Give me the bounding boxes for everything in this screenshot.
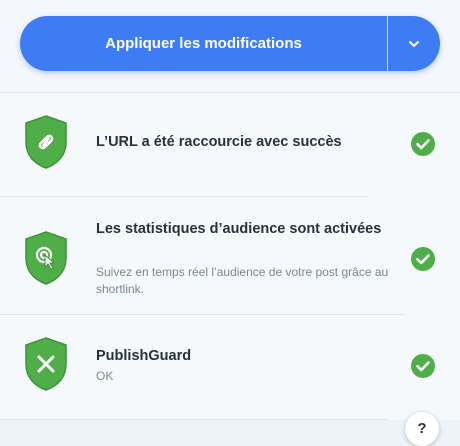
list-item: PublishGuard OK xyxy=(0,314,460,420)
check-title: PublishGuard xyxy=(96,348,192,364)
list-item: Les statistiques d’audience sont activée… xyxy=(0,196,460,314)
list-item: L’URL a été raccourcie avec succès xyxy=(0,92,460,196)
help-button[interactable]: ? xyxy=(405,412,439,446)
check-subtitle: OK xyxy=(96,369,114,383)
apply-changes-button[interactable]: Appliquer les modifications xyxy=(20,16,387,71)
divider xyxy=(0,92,460,93)
pointer-click-shield-icon xyxy=(25,231,67,285)
action-bar: Appliquer les modifications xyxy=(0,0,460,92)
divider xyxy=(0,314,405,315)
check-title: Les statistiques d’audience sont activée… xyxy=(96,221,382,237)
apply-options-dropdown-button[interactable] xyxy=(388,16,440,71)
link-shield-icon xyxy=(25,115,67,169)
check-subtitle: Suivez en temps réel l’audience de votre… xyxy=(96,265,389,296)
check-list: L’URL a été raccourcie avec succès Les s… xyxy=(0,92,460,420)
check-circle-icon xyxy=(411,247,435,271)
divider xyxy=(0,196,368,197)
x-shield-icon xyxy=(25,337,67,391)
apply-split-button: Appliquer les modifications xyxy=(20,16,440,71)
chevron-down-icon xyxy=(409,40,419,47)
divider xyxy=(0,419,388,420)
check-circle-icon xyxy=(411,132,435,156)
check-title: L’URL a été raccourcie avec succès xyxy=(96,134,342,150)
check-circle-icon xyxy=(411,354,435,378)
